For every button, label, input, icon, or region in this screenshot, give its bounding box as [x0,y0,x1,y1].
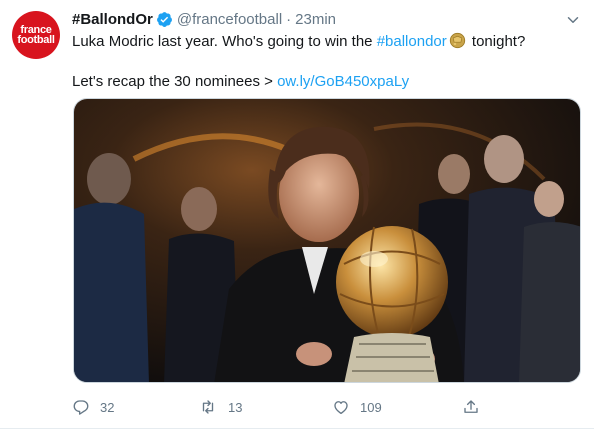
display-name[interactable]: #BallondOr [72,11,153,28]
tweet-text-before: Luka Modric last year. Who's going to wi… [72,33,377,50]
like-icon [334,401,348,415]
photo-modric-ballon-dor [74,99,580,382]
reply-button[interactable]: 32 [72,398,198,416]
tweet-header: #BallondOr @francefootball · 23min [72,8,582,30]
tweet-line-1: Luka Modric last year. Who's going to wi… [72,31,582,52]
recap-text: Let's recap the 30 nominees > [72,73,278,90]
nominees-link[interactable]: ow.ly/GoB450xpaLy [277,73,409,90]
chevron-down-icon[interactable] [564,11,582,34]
reply-icon [73,400,89,415]
like-button[interactable]: 109 [332,398,462,416]
like-count: 109 [360,399,382,415]
share-icon [464,400,478,413]
retweet-button[interactable]: 13 [198,398,332,416]
separator-dot: · [286,10,292,28]
retweet-icon [202,400,214,414]
verified-badge-icon [156,11,173,28]
user-handle[interactable]: @francefootball [177,11,282,28]
tweet-actions: 32 13 109 [72,398,512,416]
tweet-text-after: tonight? [467,33,526,50]
retweet-count: 13 [228,399,243,415]
tweet-photo[interactable] [73,98,581,383]
tweet-line-2: Let's recap the 30 nominees > ow.ly/GoB4… [72,71,582,92]
hashtag-link[interactable]: #ballondor [377,33,447,50]
tweet-text: Luka Modric last year. Who's going to wi… [72,31,582,92]
tweet-card[interactable]: france football #BallondOr @francefootba… [0,0,594,429]
timestamp[interactable]: 23min [295,11,336,28]
avatar[interactable]: france football [12,11,60,59]
avatar-text-line2: football [17,34,55,46]
reply-count: 32 [100,399,115,415]
ballon-dor-emoji-icon [449,32,466,49]
tweet-content: #BallondOr @francefootball · 23min Luka … [72,8,582,92]
share-button[interactable] [462,398,490,416]
